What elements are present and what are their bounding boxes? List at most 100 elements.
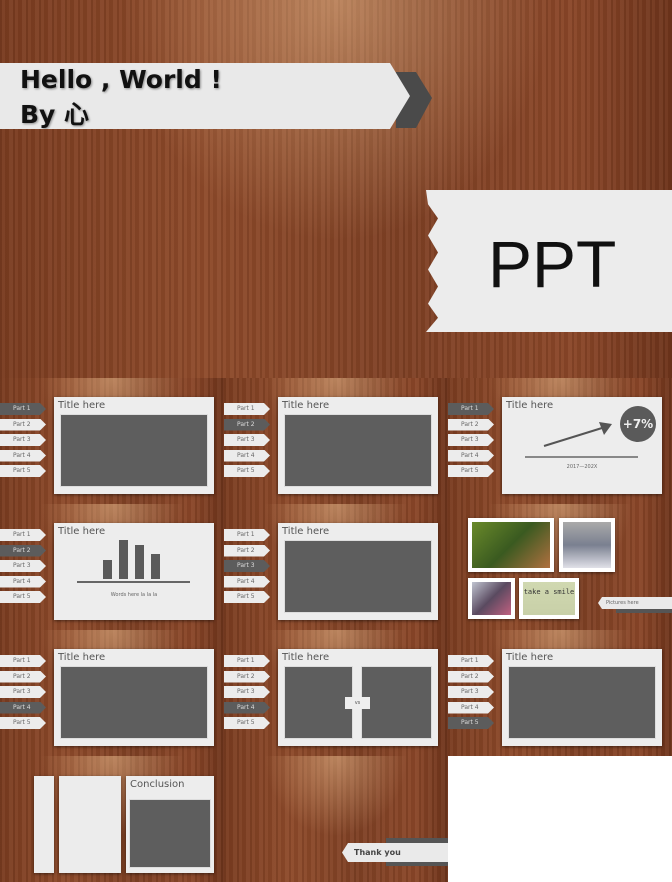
- slide-title: Title here: [506, 652, 554, 663]
- content-placeholder: [284, 414, 432, 487]
- slide-title: Title here: [58, 400, 106, 411]
- part-tab-3[interactable]: Part 3: [224, 560, 270, 572]
- part-tab-4[interactable]: Part 4: [448, 449, 494, 462]
- part-tab-2[interactable]: Part 2: [448, 670, 494, 683]
- content-placeholder: [508, 666, 656, 739]
- cover-title: Hello , World !: [20, 65, 222, 94]
- slide-thumbnail-4[interactable]: Part 1 Part 2 Part 3 Part 4 Part 5 Title here…: [0, 504, 224, 630]
- part-tab-3[interactable]: Part 3: [224, 434, 270, 446]
- part-tab-5[interactable]: Part 5: [0, 717, 46, 729]
- part-tab-5[interactable]: Part 5: [448, 465, 494, 477]
- slide-thumbnail-11[interactable]: Thank you: [224, 756, 448, 882]
- growth-caption: 2017—202X: [566, 464, 598, 470]
- slide-card: Title here: [502, 649, 662, 746]
- part-tab-2[interactable]: Part 2: [224, 544, 270, 557]
- part-tab-4[interactable]: Part 4: [0, 449, 46, 462]
- slide-title: Title here: [282, 400, 330, 411]
- part-tab-4[interactable]: Part 4: [0, 701, 46, 714]
- part-tab-2[interactable]: Part 2: [224, 670, 270, 683]
- part-tab-2[interactable]: Part 2: [224, 418, 270, 431]
- part-tab-5[interactable]: Part 5: [224, 717, 270, 729]
- photo-image: [472, 582, 511, 615]
- cover-slide[interactable]: Hello , World ! By 心 PPT: [0, 0, 672, 378]
- bar-caption: Words here la la la: [110, 592, 158, 598]
- slide-thumbnail-3[interactable]: Part 1 Part 2 Part 3 Part 4 Part 5 Title here…: [448, 378, 672, 504]
- part-tab-3[interactable]: Part 3: [224, 686, 270, 698]
- part-tab-1[interactable]: Part 1: [448, 655, 494, 667]
- photo-1[interactable]: [468, 518, 554, 572]
- part-tab-4[interactable]: Part 4: [448, 701, 494, 714]
- part-tab-1[interactable]: Part 1: [224, 403, 270, 415]
- photo-2[interactable]: [559, 518, 615, 572]
- photo-3[interactable]: [468, 578, 515, 619]
- part-tab-3[interactable]: Part 3: [448, 434, 494, 446]
- slide-card: Title here vs: [278, 649, 438, 746]
- ppt-label-card: PPT: [426, 190, 672, 332]
- photo-image: take a smile: [523, 582, 575, 615]
- ppt-label: PPT: [488, 227, 617, 301]
- part-tab-2[interactable]: Part 2: [448, 418, 494, 431]
- part-tab-2[interactable]: Part 2: [0, 670, 46, 683]
- slide-thumbnail-10[interactable]: Conclusion: [0, 756, 224, 882]
- content-placeholder: [60, 414, 208, 487]
- part-tab-1[interactable]: Part 1: [0, 403, 46, 415]
- part-tab-1[interactable]: Part 1: [224, 529, 270, 541]
- content-placeholder: [129, 799, 211, 868]
- bar-3: [135, 544, 144, 579]
- slide-title: Title here: [282, 652, 330, 663]
- part-tab-1[interactable]: Part 1: [0, 655, 46, 667]
- pictures-caption: Pictures here: [598, 597, 672, 609]
- photo-4[interactable]: take a smile: [519, 578, 579, 619]
- part-tab-5[interactable]: Part 5: [448, 717, 494, 729]
- photo-image: [563, 522, 611, 568]
- growth-arrow-icon: [525, 422, 638, 458]
- slide-thumbnail-7[interactable]: Part 1 Part 2 Part 3 Part 4 Part 5 Title here: [0, 630, 224, 756]
- slide-card: Title here Words here la la la: [54, 523, 214, 620]
- side-panel-wide: [59, 776, 121, 873]
- slide-card: Title here: [278, 397, 438, 494]
- part-tab-3[interactable]: Part 3: [0, 560, 46, 572]
- slide-thumbnail-2[interactable]: Part 1 Part 2 Part 3 Part 4 Part 5 Title here: [224, 378, 448, 504]
- part-tab-3[interactable]: Part 3: [0, 434, 46, 446]
- part-tab-5[interactable]: Part 5: [224, 591, 270, 603]
- vs-label: vs: [345, 697, 370, 709]
- thank-you-label: Thank you: [342, 843, 448, 862]
- part-tab-4[interactable]: Part 4: [224, 449, 270, 462]
- slide-title: Title here: [58, 526, 106, 537]
- part-tab-3[interactable]: Part 3: [0, 686, 46, 698]
- part-tab-3[interactable]: Part 3: [448, 686, 494, 698]
- part-tab-2[interactable]: Part 2: [0, 544, 46, 557]
- part-tab-4[interactable]: Part 4: [0, 575, 46, 588]
- slide-card: Title here: [54, 649, 214, 746]
- part-tab-5[interactable]: Part 5: [224, 465, 270, 477]
- conclusion-card: Conclusion: [126, 776, 214, 873]
- cover-author: By 心: [20, 100, 90, 129]
- part-tab-4[interactable]: Part 4: [224, 701, 270, 714]
- part-tab-5[interactable]: Part 5: [0, 591, 46, 603]
- part-tab-1[interactable]: Part 1: [224, 655, 270, 667]
- part-tab-2[interactable]: Part 2: [0, 418, 46, 431]
- photo-note-text: take a smile: [523, 588, 575, 596]
- slide-thumbnail-8[interactable]: Part 1 Part 2 Part 3 Part 4 Part 5 Title here…: [224, 630, 448, 756]
- slide-thumbnail-9[interactable]: Part 1 Part 2 Part 3 Part 4 Part 5 Title here: [448, 630, 672, 756]
- title-banner: Hello , World ! By 心: [0, 63, 410, 129]
- bar-2: [119, 540, 128, 579]
- compare-right-placeholder: [361, 666, 432, 739]
- compare-left-placeholder: [284, 666, 353, 739]
- part-tab-5[interactable]: Part 5: [0, 465, 46, 477]
- slide-thumbnail-5[interactable]: Part 1 Part 2 Part 3 Part 4 Part 5 Title here: [224, 504, 448, 630]
- slide-card: Title here: [278, 523, 438, 620]
- slide-card: Title here: [54, 397, 214, 494]
- slide-title: Title here: [282, 526, 330, 537]
- part-tab-1[interactable]: Part 1: [0, 529, 46, 541]
- part-tab-4[interactable]: Part 4: [224, 575, 270, 588]
- slide-title: Conclusion: [130, 779, 185, 790]
- bar-baseline: [77, 581, 190, 583]
- slide-card: Title here +7% 2017—202X: [502, 397, 662, 494]
- empty-area: [448, 756, 672, 882]
- part-tab-1[interactable]: Part 1: [448, 403, 494, 415]
- bar-4: [151, 553, 160, 579]
- slide-thumbnail-1[interactable]: Part 1 Part 2 Part 3 Part 4 Part 5 Title here: [0, 378, 224, 504]
- slide-thumbnail-6[interactable]: take a smile Pictures here: [448, 504, 672, 630]
- photo-image: [472, 522, 550, 568]
